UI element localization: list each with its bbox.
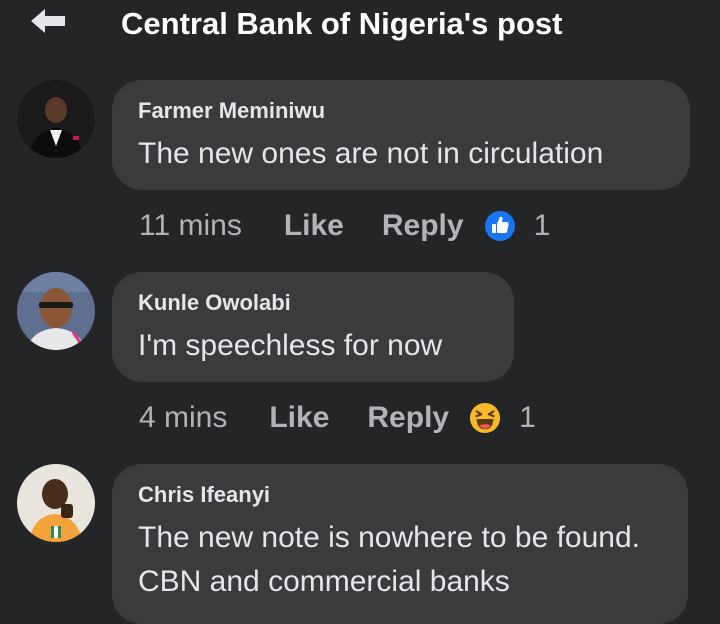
post-header: Central Bank of Nigeria's post	[0, 0, 720, 56]
comment-item: Chris Ifeanyi The new note is nowhere to…	[0, 464, 720, 624]
arrow-left-icon	[31, 9, 65, 33]
comment-bubble: Kunle Owolabi I'm speechless for now	[112, 272, 514, 382]
avatar[interactable]	[17, 464, 95, 542]
comment-author[interactable]: Kunle Owolabi	[138, 290, 291, 316]
comment-actions: 4 mins Like Reply 1	[139, 398, 536, 438]
reaction-count[interactable]: 1	[534, 209, 551, 243]
comment-bubble: Chris Ifeanyi The new note is nowhere to…	[112, 464, 688, 624]
reply-button[interactable]: Reply	[382, 209, 464, 243]
avatar[interactable]	[17, 272, 95, 350]
haha-emoji-icon[interactable]	[469, 402, 501, 434]
comment-author[interactable]: Chris Ifeanyi	[138, 482, 270, 508]
comment-text: I'm speechless for now	[138, 329, 443, 362]
comment-actions: 11 mins Like Reply 1	[139, 206, 550, 246]
comment-time[interactable]: 4 mins	[139, 401, 227, 435]
page-title: Central Bank of Nigeria's post	[121, 6, 563, 41]
thumbs-up-icon[interactable]	[484, 210, 516, 242]
comment-item: Farmer Meminiwu The new ones are not in …	[0, 80, 720, 260]
comment-item: Kunle Owolabi I'm speechless for now 4 m…	[0, 272, 720, 452]
comment-time[interactable]: 11 mins	[139, 209, 242, 243]
back-button[interactable]	[26, 4, 70, 38]
reaction-count[interactable]: 1	[519, 401, 536, 435]
comment-bubble: Farmer Meminiwu The new ones are not in …	[112, 80, 690, 190]
comment-text: The new note is nowhere to be found. CBN…	[138, 521, 641, 598]
like-button[interactable]: Like	[269, 401, 329, 435]
comment-text: The new ones are not in circulation	[138, 137, 604, 170]
reply-button[interactable]: Reply	[367, 401, 449, 435]
like-button[interactable]: Like	[284, 209, 344, 243]
comment-author[interactable]: Farmer Meminiwu	[138, 98, 325, 124]
avatar[interactable]	[17, 80, 95, 158]
